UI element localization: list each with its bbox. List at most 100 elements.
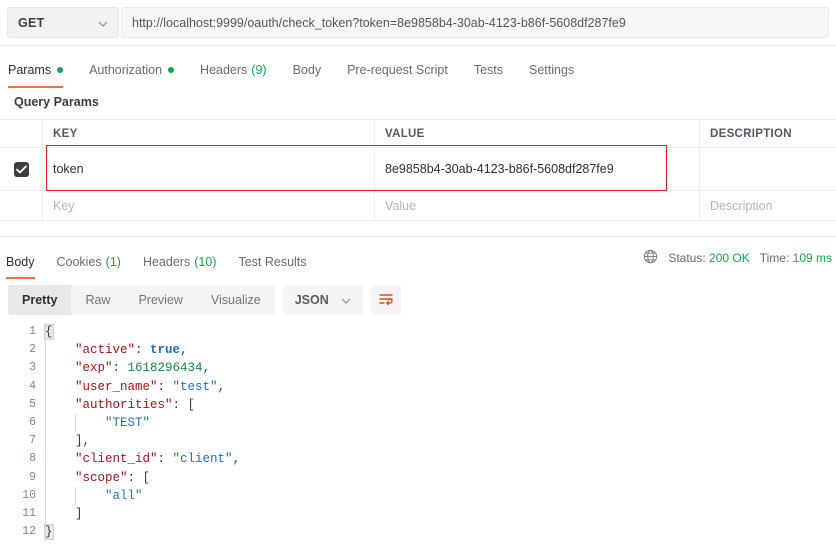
response-tabs: Body Cookies (1) Headers (10) Test Resul… (0, 248, 329, 279)
header-cell-checkbox (0, 120, 43, 147)
code-text: { (44, 323, 54, 342)
line-number: 2 (29, 343, 36, 357)
request-tab-authorization-label: Authorization (89, 62, 163, 77)
row-enabled-checkbox[interactable] (0, 148, 43, 190)
code-token: 1618296434 (127, 361, 203, 376)
response-tab-headers-count: (10) (194, 254, 217, 269)
new-row-checkbox[interactable] (0, 191, 43, 220)
code-token: true (150, 343, 181, 358)
status-badge[interactable]: Status: 200 OK (668, 251, 749, 265)
response-body-code[interactable]: 1{2 "active": true, 3 "exp": 1618296434, 4… (0, 323, 836, 547)
line-number: 11 (22, 506, 36, 520)
request-tab-body[interactable]: Body (293, 55, 322, 84)
code-token: "client" (172, 452, 233, 467)
request-tab-body-label: Body (292, 62, 322, 77)
response-tab-body[interactable]: Body (6, 248, 35, 279)
chevron-down-icon (341, 293, 351, 307)
code-token: : (135, 343, 151, 358)
code-text: "scope": [ (45, 468, 151, 487)
code-token: , (217, 379, 226, 394)
line-number: 5 (29, 397, 36, 411)
code-token: : [ (127, 470, 151, 485)
response-tab-headers[interactable]: Headers (10) (143, 248, 216, 275)
indent-guide (45, 523, 46, 542)
code-line: 4 "user_name": "test", (0, 377, 836, 396)
code-text: } (44, 523, 54, 542)
new-row-key-input[interactable]: Key (43, 191, 375, 220)
time-badge[interactable]: Time: 109 ms (760, 251, 832, 265)
indent-guide (45, 450, 46, 469)
row-key-input[interactable]: token (43, 148, 375, 190)
row-description-input[interactable] (700, 148, 836, 190)
column-header-key: KEY (53, 127, 78, 140)
response-tab-cookies[interactable]: Cookies (1) (57, 248, 121, 275)
line-number: 9 (29, 470, 36, 484)
view-mode-visualize[interactable]: Visualize (197, 285, 275, 315)
response-view-mode-group: Pretty Raw Preview Visualize (8, 285, 275, 315)
code-line: 5 "authorities": [ (0, 395, 836, 414)
view-mode-raw-label: Raw (85, 293, 111, 307)
request-tab-settings-label: Settings (529, 62, 575, 77)
response-tab-test-results[interactable]: Test Results (238, 248, 306, 275)
request-tab-params-label: Params (8, 62, 52, 77)
header-cell-key: KEY (43, 120, 375, 147)
code-token: "authorities" (75, 397, 173, 412)
indent-guide (45, 359, 46, 378)
code-text: ] (45, 504, 83, 524)
code-line: 12} (0, 523, 836, 542)
request-tab-pre-request-script-label: Pre-request Script (347, 62, 448, 77)
request-url-bar: GET http://localhost:9999/oauth/check_to… (0, 0, 836, 45)
code-line: 10 "all" (0, 486, 836, 505)
code-token: "active" (75, 343, 136, 358)
new-row-description-input[interactable]: Description (700, 191, 836, 220)
new-row-value-placeholder: Value (385, 198, 417, 213)
view-mode-preview[interactable]: Preview (124, 285, 196, 315)
code-line: 2 "active": true, (0, 341, 836, 360)
code-token: : [ (172, 397, 196, 412)
request-tab-settings[interactable]: Settings (529, 55, 574, 84)
view-mode-pretty[interactable]: Pretty (8, 285, 72, 315)
request-tab-headers[interactable]: Headers (9) (200, 55, 267, 84)
globe-icon[interactable] (643, 249, 658, 267)
view-mode-preview-label: Preview (138, 293, 183, 307)
request-response-divider[interactable] (0, 236, 836, 237)
column-header-value: VALUE (385, 127, 425, 140)
http-method-select[interactable]: GET (7, 7, 119, 38)
row-value-input[interactable]: 8e9858b4-30ab-4123-b86f-5608df287fe9 (375, 148, 700, 190)
code-text: "TEST" (45, 413, 151, 433)
code-line: 1{ (0, 323, 836, 342)
request-tabs: Params Authorization Headers (9) Body Pr… (0, 55, 600, 88)
new-row-key-placeholder: Key (53, 198, 75, 213)
indent-guide (45, 486, 46, 505)
status-value: 200 OK (709, 251, 750, 265)
response-tab-cookies-count: (1) (105, 254, 121, 269)
response-language-label: JSON (294, 293, 329, 307)
table-row[interactable]: Key Value Description (0, 191, 836, 221)
response-language-select[interactable]: JSON (282, 285, 363, 315)
request-tab-params[interactable]: Params (8, 55, 64, 88)
view-mode-raw[interactable]: Raw (71, 285, 124, 315)
response-tab-headers-label: Headers (142, 254, 191, 269)
new-row-value-input[interactable]: Value (375, 191, 700, 220)
code-line: 9 "scope": [ (0, 468, 836, 487)
view-mode-pretty-label: Pretty (22, 293, 58, 307)
code-token: "TEST" (105, 415, 151, 430)
indent-guide (45, 341, 46, 360)
table-row[interactable]: token 8e9858b4-30ab-4123-b86f-5608df287f… (0, 148, 836, 191)
code-token: , (180, 343, 188, 358)
line-number: 3 (29, 361, 36, 375)
time-label: Time: (759, 251, 790, 265)
code-line: 3 "exp": 1618296434, (0, 359, 836, 378)
code-token: : (112, 361, 128, 376)
code-token: "client_id" (75, 452, 158, 467)
response-tab-body-label: Body (6, 254, 35, 269)
code-text: "active": true, (45, 341, 188, 360)
code-token: "test" (172, 379, 218, 394)
request-tab-tests[interactable]: Tests (474, 55, 503, 84)
wrap-text-button[interactable] (370, 285, 401, 315)
request-tab-pre-request-script[interactable]: Pre-request Script (347, 55, 448, 84)
row-key-text: token (53, 162, 84, 176)
request-tab-authorization[interactable]: Authorization (89, 55, 175, 84)
http-method-label: GET (18, 15, 45, 30)
request-url-input[interactable]: http://localhost:9999/oauth/check_token?… (121, 7, 829, 38)
